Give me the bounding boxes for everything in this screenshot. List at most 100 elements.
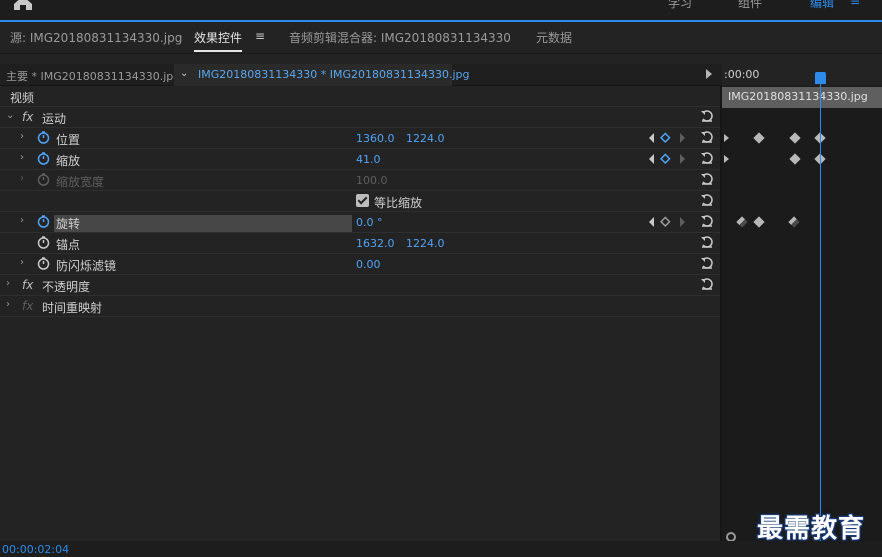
scale-label: 缩放 [56,154,81,168]
rotation-value[interactable]: 0.0 ° [356,216,383,229]
rotation-label: 旋转 [54,215,352,232]
tab-audio-clip-mixer[interactable]: 音频剪辑混合器: IMG20180831134330 [289,29,511,46]
scale-value[interactable]: 41.0 [356,153,381,166]
chevron-right-icon[interactable]: › [20,216,30,226]
workspace-menu-icon[interactable]: ≡ [850,0,860,8]
reset-icon[interactable] [700,256,714,270]
play-only-icon[interactable] [706,69,712,79]
effect-opacity[interactable]: › fx 不透明度 [0,275,720,296]
uniform-scale-label: 等比缩放 [374,196,423,210]
time-remap-label: 时间重映射 [42,301,103,315]
clip-header: 主要 * IMG20180831134330.jpg ⌄ IMG20180831… [0,64,722,86]
current-timecode[interactable]: 00:00:02:04 [2,543,69,556]
keyframe-lane-rotation [722,212,882,233]
watermark-logo: 最需教育 [757,514,866,544]
anti-flicker-label: 防闪烁滤镜 [56,259,117,273]
keyframe-lane-position [722,128,882,149]
chevron-right-icon[interactable]: › [20,132,30,142]
motion-label: 运动 [42,112,67,126]
stopwatch-icon[interactable] [37,257,50,270]
position-y-value[interactable]: 1224.0 [406,132,445,145]
fx-icon[interactable]: fx [22,278,33,292]
sequence-clip-label: IMG20180831134330 * IMG20180831134330.jp… [198,68,470,81]
keyframe-navigator[interactable] [648,216,688,228]
anchor-x-value[interactable]: 1632.0 [356,237,395,250]
reset-icon[interactable] [700,277,714,291]
reset-icon[interactable] [700,109,714,123]
keyframe[interactable] [736,216,748,228]
keyframe-navigator[interactable] [648,153,688,165]
workspace-bar: 学习 组件 编辑 ≡ [0,0,882,22]
keyframe-edge-icon [724,134,729,142]
fx-icon[interactable]: fx [22,110,33,124]
keyframe[interactable] [788,216,800,228]
scale-width-value: 100.0 [356,174,388,187]
keyframe[interactable] [789,132,801,144]
anti-flicker-value[interactable]: 0.00 [356,258,381,271]
property-scale[interactable]: › 缩放 41.0 [0,149,720,170]
keyframe[interactable] [753,216,765,228]
stopwatch-icon[interactable] [37,236,50,249]
effect-time-remapping[interactable]: › fx 时间重映射 [0,296,720,317]
keyframe-edge-icon [724,155,729,163]
reset-icon[interactable] [700,172,714,186]
reset-icon[interactable] [700,214,714,228]
playhead-line [820,74,821,541]
panel-menu-icon[interactable]: ≡ [255,29,265,43]
effect-motion[interactable]: ⌄ fx 运动 [0,107,720,128]
scale-width-label: 缩放宽度 [56,175,105,189]
time-ruler[interactable]: :00:00 [722,64,882,86]
reset-icon[interactable] [700,193,714,207]
reset-icon[interactable] [700,151,714,165]
keyframe-navigator[interactable] [648,132,688,144]
keyframe[interactable] [789,153,801,165]
property-anchor-point[interactable]: 锚点 1632.0 1224.0 [0,233,720,254]
playhead-handle[interactable] [815,72,826,84]
chevron-right-icon[interactable]: › [20,258,30,268]
chevron-right-icon[interactable]: › [6,279,16,289]
workspace-learn[interactable]: 学习 [668,0,692,11]
tab-metadata[interactable]: 元数据 [536,29,572,46]
panel-tab-bar: 源: IMG20180831134330.jpg 效果控件 ≡ 音频剪辑混合器:… [0,24,882,54]
home-icon[interactable] [12,0,34,10]
ruler-timecode: :00:00 [724,68,760,81]
sequence-clip-selector[interactable]: ⌄ IMG20180831134330 * IMG20180831134330.… [174,64,470,86]
chevron-down-icon[interactable]: ⌄ [180,68,188,79]
property-position[interactable]: › 位置 1360.0 1224.0 [0,128,720,149]
anchor-y-value[interactable]: 1224.0 [406,237,445,250]
workspace-assembly[interactable]: 组件 [738,0,762,11]
uniform-scale-checkbox[interactable] [356,194,369,207]
property-anti-flicker[interactable]: › 防闪烁滤镜 0.00 [0,254,720,275]
anchor-label: 锚点 [56,238,81,252]
stopwatch-icon[interactable] [37,152,50,165]
keyframe[interactable] [753,132,765,144]
workspace-editing[interactable]: 编辑 [810,0,834,11]
opacity-label: 不透明度 [42,280,91,294]
clip-bar[interactable]: IMG20180831134330.jpg [722,87,882,108]
chevron-right-icon[interactable]: › [6,300,16,310]
tab-source[interactable]: 源: IMG20180831134330.jpg [10,29,182,46]
reset-icon[interactable] [700,130,714,144]
property-rotation[interactable]: › 旋转 0.0 ° [0,212,720,233]
clip-bar-name: IMG20180831134330.jpg [728,90,868,103]
status-bar: 00:00:02:04 [0,541,882,557]
stopwatch-icon[interactable] [37,131,50,144]
keyframe-timeline[interactable]: :00:00 IMG20180831134330.jpg [722,64,882,542]
keyframe-lane-scale [722,149,882,170]
section-video-label: 视频 [10,91,35,105]
master-clip-label[interactable]: 主要 * IMG20180831134330.jpg [6,68,180,84]
property-scale-width: › 缩放宽度 100.0 [0,170,720,191]
stopwatch-icon [37,173,50,186]
chevron-down-icon[interactable]: ⌄ [6,111,16,121]
stopwatch-icon[interactable] [37,215,50,228]
position-x-value[interactable]: 1360.0 [356,132,395,145]
chevron-right-icon: › [20,173,24,184]
effect-properties: 视频 ⌄ fx 运动 › 位置 1360.0 1224.0 › 缩放 41.0 … [0,86,722,541]
tab-effect-controls[interactable]: 效果控件 [194,29,243,52]
position-label: 位置 [56,133,81,147]
section-video: 视频 [0,86,720,107]
property-uniform-scale[interactable]: 等比缩放 [0,191,720,212]
fx-icon: fx [22,299,34,313]
chevron-right-icon[interactable]: › [20,153,30,163]
reset-icon[interactable] [700,235,714,249]
